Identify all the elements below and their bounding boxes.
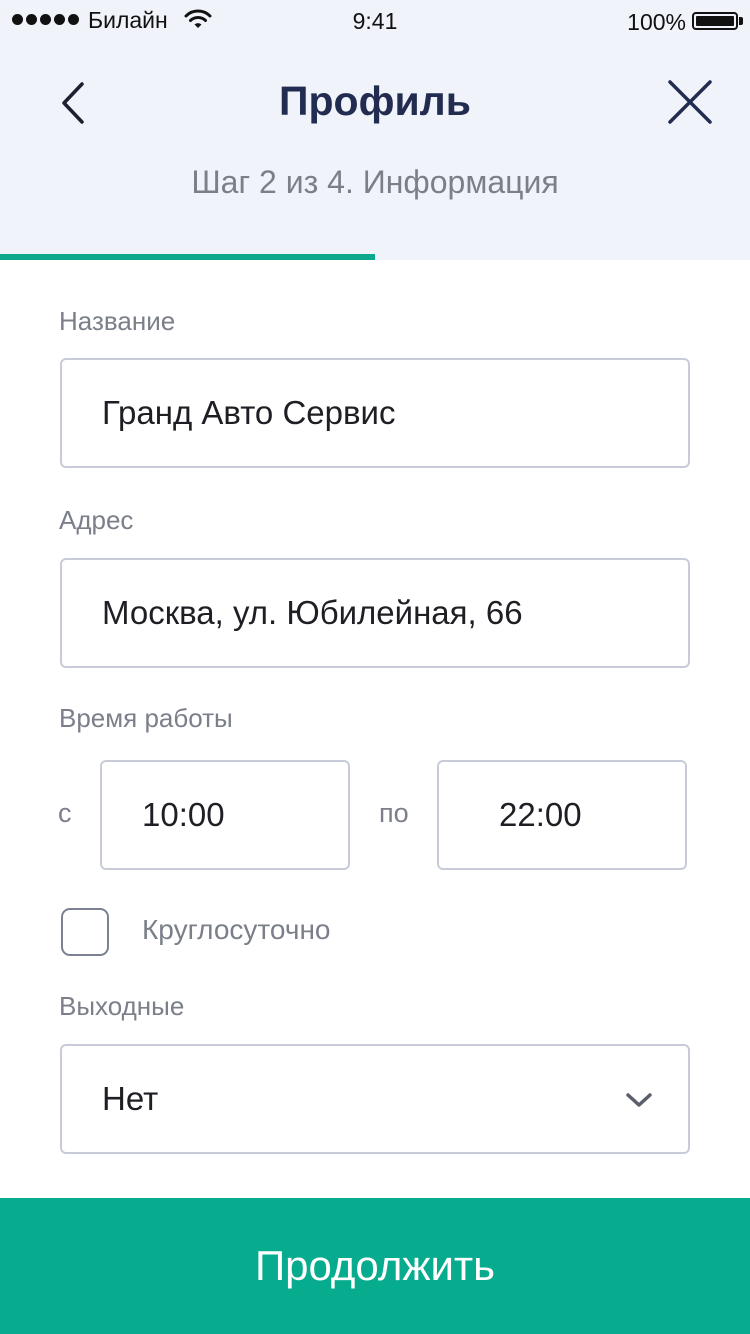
battery-tip [739,17,743,25]
name-value: Гранд Авто Сервис [102,394,396,431]
progress-fill [0,254,375,260]
step-indicator: Шаг 2 из 4. Информация [191,164,559,200]
address-input[interactable]: Москва, ул. Юбилейная, 66 [60,558,690,668]
to-time-value: 22:00 [499,796,582,833]
from-time-value: 10:00 [142,796,225,833]
days-off-label: Выходные [59,991,185,1021]
close-icon [668,80,712,124]
round-the-clock-label[interactable]: Круглосуточно [142,914,330,946]
close-button[interactable] [662,78,718,130]
address-label: Адрес [59,505,134,535]
name-input[interactable]: Гранд Авто Сервис [60,358,690,468]
to-time-input[interactable]: 22:00 [437,760,687,870]
continue-button-label: Продолжить [254,1242,496,1289]
battery-percent: 100% [627,9,686,35]
from-time-input[interactable]: 10:00 [100,760,350,870]
battery-icon [692,12,738,30]
header-panel: Билайн 9:41 100% Профиль Шаг 2 из 4. Инф… [0,0,750,260]
continue-button[interactable]: Продолжить [0,1198,750,1334]
days-off-select[interactable]: Нет [60,1044,690,1154]
days-off-value: Нет [102,1080,159,1117]
from-label: с [58,798,72,828]
name-label: Название [59,306,176,336]
to-label: по [379,798,409,828]
address-value: Москва, ул. Юбилейная, 66 [102,594,523,631]
page-title: Профиль [279,78,471,124]
round-the-clock-checkbox[interactable] [61,908,109,956]
step-progress-bar [0,254,750,260]
hours-label: Время работы [59,703,233,733]
chevron-down-icon [626,1093,652,1107]
status-bar: Билайн 9:41 100% [0,0,750,40]
